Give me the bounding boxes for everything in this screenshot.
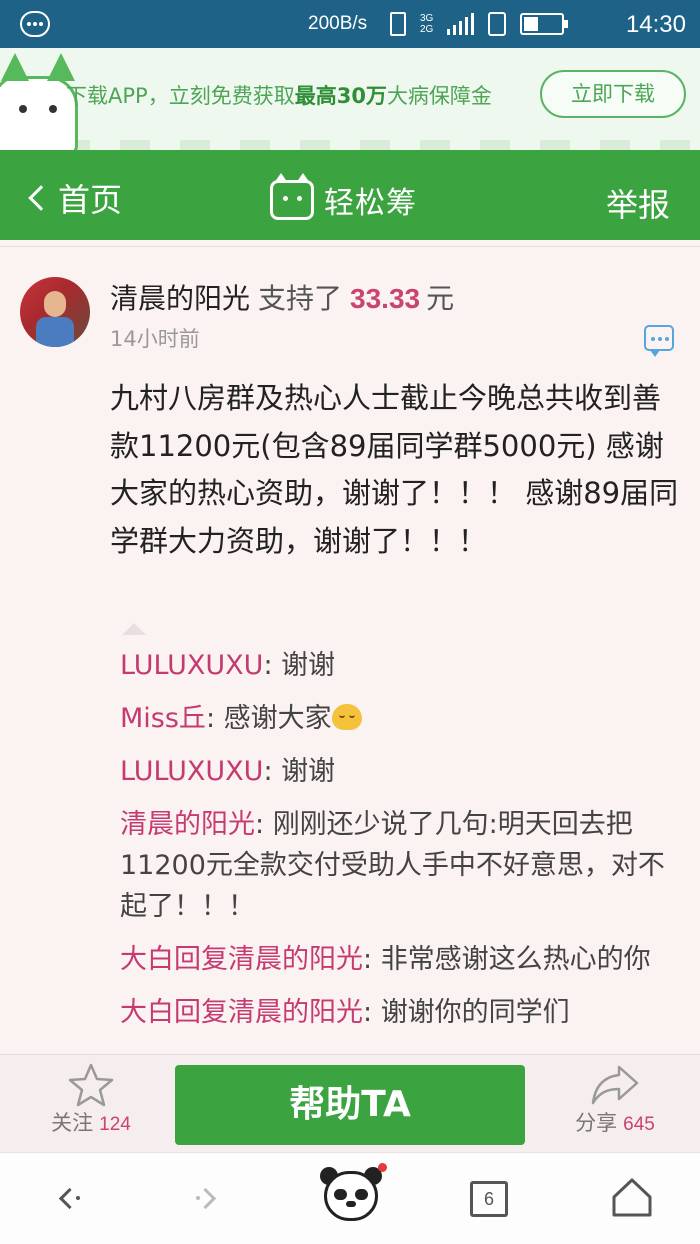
reply-item[interactable]: LULUXUXU: 谢谢 [120,751,680,792]
network-speed: 200B/s [308,13,368,34]
logo-text: 轻松筹 [324,186,417,221]
share-icon [591,1065,639,1105]
reply-item[interactable]: LULUXUXU: 谢谢 [120,645,680,686]
notification-dot [378,1163,387,1172]
reply-author[interactable]: 大白回复清晨的阳光 [120,944,363,975]
reply-item[interactable]: 大白回复清晨的阳光: 非常感谢这么热心的你 [120,939,680,980]
network-type: 3G 2G [420,13,434,35]
reply-text: 感谢大家 [223,703,332,734]
reply-text: 谢谢你的同学们 [380,997,570,1028]
nav-bar: 首页 轻松筹 举报 [0,150,700,240]
currency-unit: 元 [426,282,455,315]
phone-icon [488,12,507,36]
sim-card-icon [390,12,406,36]
follow-count: 124 [99,1114,131,1135]
reply-author[interactable]: 清晨的阳光 [120,809,255,840]
reply-author[interactable]: Miss丘 [120,703,206,734]
share-button[interactable]: 分享 645 [560,1063,670,1149]
reply-author[interactable]: LULUXUXU [120,756,263,787]
post-detail: 清晨的阳光 支持了 33.33 元 14小时前 九村八房群及热心人士截止今晚总共收到善… [0,246,700,1054]
follow-button[interactable]: 关注 124 [36,1063,146,1149]
post-timestamp: 14小时前 [110,327,200,351]
post-body: 九村八房群及热心人士截止今晚总共收到善款11200元(包含89届同学群5000元… [110,381,679,558]
praying-hands-emoji-icon [331,704,362,730]
panda-menu-icon[interactable] [320,1165,382,1225]
post-username[interactable]: 清晨的阳光 [110,282,250,315]
home-icon[interactable] [610,1175,654,1219]
donation-amount: 33.33 [350,283,421,314]
reply-item[interactable]: 大白回复清晨的阳光: 谢谢你的同学们 [120,992,680,1033]
post-verb: 支持了 [258,282,343,315]
reply-text: 非常感谢这么热心的你 [380,944,651,975]
battery-icon [520,13,569,35]
help-button[interactable]: 帮助TA [175,1065,525,1145]
reply-author[interactable]: LULUXUXU [120,650,263,681]
reply-text: 谢谢 [281,756,336,787]
follow-label: 关注 [51,1111,94,1135]
post-header: 清晨的阳光 支持了 33.33 元 [110,277,454,317]
tabs-button[interactable]: 6 [470,1181,508,1217]
back-button[interactable]: 首页 [24,178,123,219]
comment-icon[interactable] [644,325,674,357]
back-label: 首页 [58,181,123,219]
download-button[interactable]: 立即下载 [540,70,686,118]
signal-icon [447,13,475,35]
download-banner[interactable]: 下载APP，立刻免费获取最高30万大病保障金 立即下载 [0,48,700,150]
browser-toolbar: 6 [0,1152,700,1244]
avatar[interactable] [20,277,90,347]
chevron-left-icon [28,185,54,211]
browser-forward-icon[interactable] [190,1177,234,1221]
reply-item[interactable]: 清晨的阳光: 刚刚还少说了几句:明天回去把11200元全款交付受助人手中不好意思… [120,804,680,927]
reply-author[interactable]: 大白回复清晨的阳光 [120,997,363,1028]
browser-back-icon[interactable] [48,1177,92,1221]
reply-list: LULUXUXU: 谢谢 Miss丘: 感谢大家 LULUXUXU: 谢谢 清晨… [120,645,680,1045]
banner-text: 下载APP，立刻免费获取最高30万大病保障金 [66,84,492,108]
app-logo: 轻松筹 [270,173,417,222]
reply-item[interactable]: Miss丘: 感谢大家 [120,698,680,739]
banner-decoration [0,140,700,150]
share-label: 分享 [575,1111,618,1135]
action-bar: 关注 124 帮助TA 分享 645 [0,1054,700,1152]
message-icon [20,11,50,37]
report-button[interactable]: 举报 [606,180,670,226]
star-icon [68,1063,114,1107]
share-count: 645 [623,1114,655,1135]
reply-caret [122,623,146,635]
status-bar: 200B/s 3G 2G 14:30 [0,0,700,48]
clock: 14:30 [625,11,686,38]
reply-text: 谢谢 [281,650,336,681]
cat-logo-icon [270,173,314,220]
